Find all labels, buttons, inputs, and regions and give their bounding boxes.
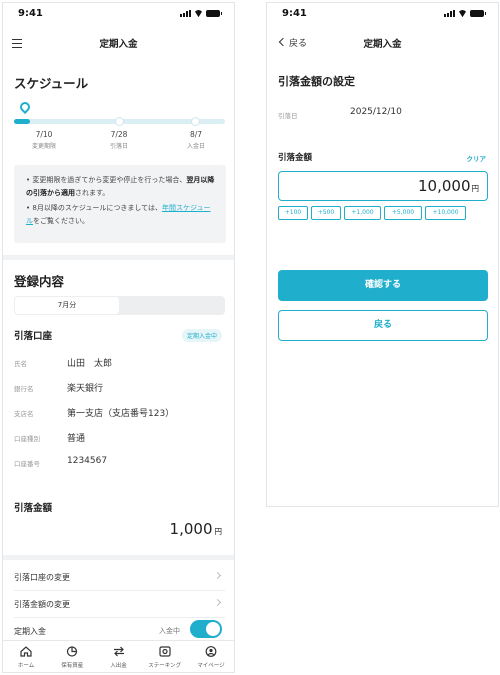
add-500-chip[interactable]: +500	[311, 206, 341, 220]
battery-icon	[206, 10, 222, 17]
amount-input[interactable]: 10,000円	[278, 171, 488, 201]
schedule-dot-debit	[115, 117, 124, 126]
wifi-icon	[194, 10, 203, 17]
milestone-label: 入金日	[186, 143, 205, 150]
menu-label: 引落金額の変更	[14, 600, 70, 609]
add-5000-chip[interactable]: +5,000	[384, 206, 422, 220]
amount-label: 引落金額	[278, 153, 313, 163]
chevron-right-icon	[213, 598, 222, 607]
nav-bar: 定期入金	[3, 31, 234, 55]
staking-icon	[159, 646, 171, 657]
account-heading: 引落口座	[14, 331, 53, 342]
status-time: 9:41	[18, 8, 43, 19]
section-divider	[3, 555, 234, 560]
tab-transfer[interactable]: 入出金	[95, 641, 141, 672]
back-button[interactable]: 戻る	[278, 310, 488, 341]
transfer-icon	[113, 646, 124, 657]
screen-periodic-deposit: 9:41 定期入金 スケジュール 7/10 変更期限 7/28 引落日 8/7 …	[2, 2, 235, 673]
tab-assets[interactable]: 保有資産	[49, 641, 95, 672]
row-value: 山田 太郎	[67, 359, 113, 369]
signal-icon	[180, 10, 191, 17]
tab-home[interactable]: ホーム	[3, 641, 49, 672]
notice-line-2: • 8月以降のスケジュールにつきましては、年間スケジュールをご覧ください。	[26, 204, 211, 225]
location-pin-icon	[17, 99, 33, 115]
screen-amount-setting: 9:41 戻る 定期入金 引落金額の設定 引落日 2025/12/10 引落金額…	[266, 2, 499, 507]
change-amount-item[interactable]: 引落金額の変更	[3, 591, 234, 617]
row-value: 楽天銀行	[67, 384, 104, 394]
status-time: 9:41	[282, 8, 307, 19]
status-bar: 9:41	[3, 3, 234, 25]
milestone-date: 7/10	[35, 130, 53, 139]
status-icons	[444, 10, 486, 17]
pie-chart-icon	[67, 646, 78, 657]
row-value: 1234567	[67, 456, 108, 466]
tab-staking[interactable]: ステーキング	[142, 641, 188, 672]
section-divider	[3, 255, 234, 260]
amount-heading: 引落金額	[14, 503, 53, 514]
user-icon	[205, 646, 217, 657]
tab-label: ホーム	[17, 663, 35, 669]
wifi-icon	[458, 10, 467, 17]
menu-label: 定期入金	[14, 627, 46, 636]
debit-date-label: 引落日	[278, 112, 298, 120]
month-segment[interactable]: 7月分	[14, 296, 225, 315]
milestone-label: 変更期限	[31, 143, 56, 150]
clear-button[interactable]: クリア	[467, 153, 487, 163]
debit-amount: 1,000 円	[169, 520, 222, 538]
confirm-button[interactable]: 確認する	[278, 270, 488, 301]
registration-heading: 登録内容	[14, 274, 65, 289]
add-100-chip[interactable]: +100	[278, 206, 308, 220]
milestone-date: 7/28	[110, 130, 128, 139]
schedule-notice: • 変更期限を過ぎてから変更や停止を行った場合、翌月以降の引落から適用されます。…	[14, 165, 226, 243]
status-bar: 9:41	[267, 3, 498, 25]
add-10000-chip[interactable]: +10,000	[425, 206, 466, 220]
periodic-deposit-toggle[interactable]	[190, 620, 222, 638]
row-value: 普通	[67, 434, 86, 444]
home-icon	[20, 646, 32, 657]
tab-label: マイページ	[197, 663, 225, 669]
row-label: 銀行名	[14, 385, 34, 393]
tab-label: ステーキング	[148, 663, 182, 669]
add-1000-chip[interactable]: +1,000	[344, 206, 381, 220]
amount-setting-heading: 引落金額の設定	[278, 75, 355, 88]
tab-mypage[interactable]: マイページ	[188, 641, 234, 672]
milestone-date: 8/7	[189, 130, 203, 139]
periodic-status: 入金中	[159, 627, 180, 635]
status-icons	[180, 10, 222, 17]
debit-date-value: 2025/12/10	[350, 107, 402, 117]
schedule-progress	[14, 119, 30, 124]
segment-active-month[interactable]: 7月分	[15, 297, 119, 314]
row-value: 第一支店（支店番号123）	[67, 409, 175, 419]
chevron-right-icon	[213, 571, 222, 580]
status-badge: 定期入金中	[181, 329, 222, 342]
schedule-dot-deposit	[191, 117, 200, 126]
signal-icon	[444, 10, 455, 17]
row-label: 口座種別	[14, 435, 40, 443]
row-label: 氏名	[14, 360, 27, 368]
row-label: 支店名	[14, 410, 34, 418]
change-account-item[interactable]: 引落口座の変更	[3, 564, 234, 590]
battery-icon	[470, 10, 486, 17]
page-title: 定期入金	[99, 39, 138, 50]
tab-label: 入出金	[110, 663, 127, 669]
notice-line-1: • 変更期限を過ぎてから変更や停止を行った場合、翌月以降の引落から適用されます。	[26, 176, 215, 197]
amount-value: 10,000円	[418, 177, 479, 195]
milestone-label: 引落日	[109, 143, 128, 150]
tab-label: 保有資産	[61, 663, 84, 669]
row-label: 口座番号	[14, 460, 40, 468]
tab-bar: ホーム 保有資産 入出金 ステーキング マイページ	[3, 640, 234, 672]
page-title: 定期入金	[363, 39, 402, 50]
menu-label: 引落口座の変更	[14, 573, 70, 582]
schedule-heading: スケジュール	[14, 76, 89, 91]
